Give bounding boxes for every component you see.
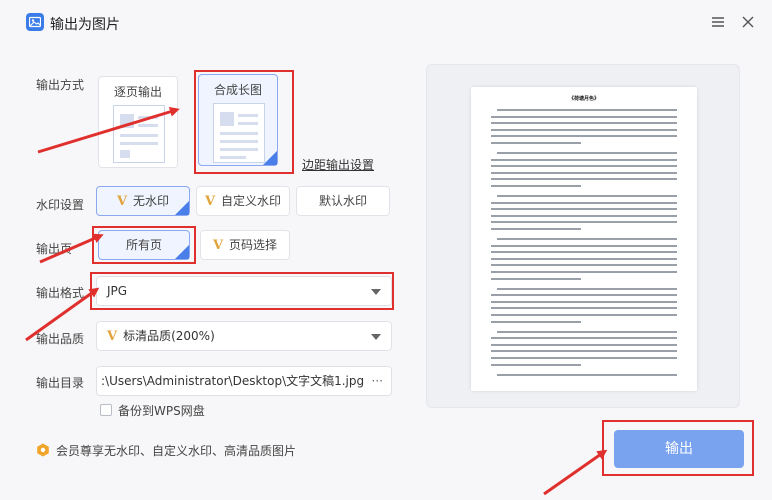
preview-text-line <box>491 158 677 161</box>
preview-text-line <box>491 214 677 217</box>
preview-text-line <box>491 228 581 230</box>
preview-text-line <box>491 251 677 254</box>
output-path-value: :\Users\Administrator\Desktop\文字文稿1.jpg <box>101 374 365 388</box>
mode-long-image-label: 合成长图 <box>213 83 262 97</box>
preview-text-line <box>491 314 677 316</box>
watermark-custom-label: 自定义水印 <box>221 194 282 208</box>
watermark-none-label: 无水印 <box>133 194 170 208</box>
preview-text-line <box>491 128 677 131</box>
chevron-down-icon <box>371 289 381 295</box>
pages-all-button[interactable]: 所有页 <box>98 230 190 260</box>
preview-text-line <box>491 122 677 125</box>
output-path-field[interactable]: :\Users\Administrator\Desktop\文字文稿1.jpg … <box>96 366 392 396</box>
preview-doc-title: 《荷塘月色》 <box>568 96 599 102</box>
preview-text-line <box>497 109 677 111</box>
preview-text-line <box>491 264 677 267</box>
preview-text-line <box>491 142 581 144</box>
preview-text-line <box>491 208 677 211</box>
browse-more-icon[interactable]: ··· <box>372 367 383 395</box>
quality-select[interactable]: V 标清品质(200%) <box>96 321 392 351</box>
preview-text-line <box>491 135 677 138</box>
preview-text-line <box>497 238 677 240</box>
margin-settings-link[interactable]: 边距输出设置 <box>302 156 374 173</box>
preview-text-line <box>491 244 677 247</box>
dialog-title: 输出为图片 <box>50 17 120 33</box>
vip-icon: V <box>212 238 224 253</box>
preview-text-line <box>491 277 581 280</box>
preview-text-line <box>491 115 677 118</box>
preview-text-line <box>491 294 677 297</box>
watermark-none-button[interactable]: V 无水印 <box>96 186 190 216</box>
preview-text-line <box>491 271 677 273</box>
preview-text-line <box>497 373 677 376</box>
pages-select-label: 页码选择 <box>229 238 278 252</box>
preview-text-line <box>491 307 677 310</box>
output-directory-label: 输出目录 <box>36 376 85 390</box>
watermark-label: 水印设置 <box>36 198 85 212</box>
preview-text-line <box>491 300 677 303</box>
per-page-thumbnail <box>113 105 165 163</box>
output-format-label: 输出格式 <box>36 286 85 300</box>
output-quality-label: 输出品质 <box>36 332 85 346</box>
preview-text-line <box>491 343 677 346</box>
long-image-thumbnail <box>213 103 265 163</box>
pages-all-label: 所有页 <box>125 238 162 252</box>
member-shield-icon <box>36 443 50 457</box>
preview-panel: 《荷塘月色》 <box>426 64 740 408</box>
image-app-icon <box>26 13 44 31</box>
menu-icon[interactable] <box>710 14 726 30</box>
preview-page: 《荷塘月色》 <box>471 87 697 391</box>
vip-icon: V <box>204 194 216 209</box>
preview-text-line <box>491 337 677 340</box>
pages-select-button[interactable]: V 页码选择 <box>200 230 290 260</box>
preview-text-line <box>491 257 677 260</box>
backup-label: 备份到WPS网盘 <box>118 404 205 418</box>
preview-text-line <box>491 185 581 187</box>
preview-text-line <box>497 195 677 197</box>
watermark-default-label: 默认水印 <box>318 194 367 208</box>
watermark-default-button[interactable]: 默认水印 <box>296 186 390 216</box>
quality-value: 标清品质(200%) <box>123 329 215 343</box>
preview-text-line <box>491 178 677 181</box>
member-benefit-text: 会员尊享无水印、自定义水印、高清品质图片 <box>56 444 297 458</box>
preview-text-line <box>491 221 677 224</box>
chevron-down-icon <box>371 334 381 340</box>
preview-text-line <box>491 357 677 359</box>
title-bar: 输出为图片 <box>0 0 772 46</box>
preview-text-line <box>491 171 677 174</box>
selected-corner-mark <box>175 201 189 215</box>
export-button[interactable]: 输出 <box>614 430 744 468</box>
preview-text-line <box>497 330 677 333</box>
selected-corner-mark <box>175 245 189 259</box>
mode-per-page-label: 逐页输出 <box>113 85 162 99</box>
preview-text-line <box>497 287 677 290</box>
format-value: JPG <box>107 284 128 298</box>
preview-text-line <box>491 320 581 323</box>
arrow-to-export <box>543 449 608 496</box>
format-select[interactable]: JPG <box>96 276 392 306</box>
mode-long-image-card[interactable]: 合成长图 <box>198 74 278 166</box>
vip-icon: V <box>107 329 118 344</box>
preview-text-line <box>491 165 677 168</box>
watermark-custom-button[interactable]: V 自定义水印 <box>196 186 290 216</box>
mode-per-page-card[interactable]: 逐页输出 <box>98 76 178 168</box>
preview-text-line <box>491 363 581 366</box>
output-pages-label: 输出页 <box>36 242 73 256</box>
selected-corner-mark <box>263 151 277 165</box>
preview-text-line <box>491 350 677 353</box>
vip-icon: V <box>116 194 128 209</box>
preview-text-line <box>491 201 677 204</box>
output-mode-label: 输出方式 <box>36 78 85 92</box>
backup-checkbox[interactable] <box>100 404 112 416</box>
close-icon[interactable] <box>740 14 756 30</box>
preview-text-line <box>497 152 677 154</box>
